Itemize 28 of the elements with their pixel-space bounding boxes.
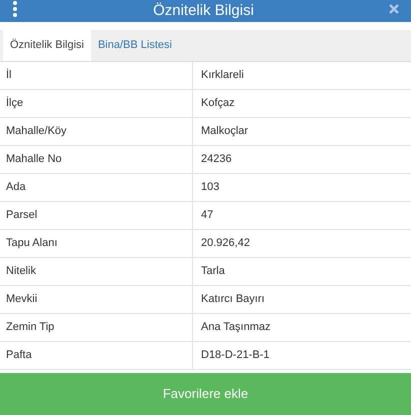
- attribute-name: Nitelik: [0, 258, 193, 285]
- attribute-name: Parsel: [0, 202, 193, 229]
- add-to-favorites-button[interactable]: Favorilere ekle: [0, 373, 411, 415]
- attribute-name: Mahalle/Köy: [0, 118, 193, 145]
- attribute-name: Ada: [0, 174, 193, 201]
- attribute-value: D18-D-21-B-1: [200, 348, 270, 364]
- attribute-name: Zemin Tip: [0, 314, 193, 341]
- attribute-value: Malkoçlar: [200, 124, 248, 140]
- attribute-value: Katırcı Bayırı: [200, 292, 265, 308]
- attribute-value: Kırklareli: [200, 68, 244, 84]
- attribute-name: Mahalle No: [0, 146, 193, 173]
- attribute-value: 47: [200, 208, 214, 224]
- attribute-name: Tapu Alanı: [0, 230, 193, 257]
- attribute-value: 20.926,42: [200, 236, 250, 252]
- attribute-value: Ana Taşınmaz: [200, 320, 271, 336]
- tab[interactable]: Öznitelik Bilgisi: [3, 29, 91, 61]
- attribute-name: Pafta: [0, 342, 193, 369]
- tab[interactable]: Bina/BB Listesi: [90, 29, 179, 61]
- close-icon[interactable]: [389, 4, 399, 14]
- attribute-value: 103: [200, 180, 220, 196]
- attribute-name: İlçe: [0, 90, 193, 117]
- attribute-value: 24236: [200, 152, 232, 168]
- dialog-title: Öznitelik Bilgisi: [153, 2, 254, 18]
- attribute-name: Mevkii: [0, 286, 193, 313]
- attribute-name: İl: [0, 62, 193, 89]
- attribute-value: Tarla: [200, 264, 225, 280]
- attribute-value: Kofçaz: [200, 96, 235, 112]
- more-menu-icon[interactable]: [12, 1, 18, 17]
